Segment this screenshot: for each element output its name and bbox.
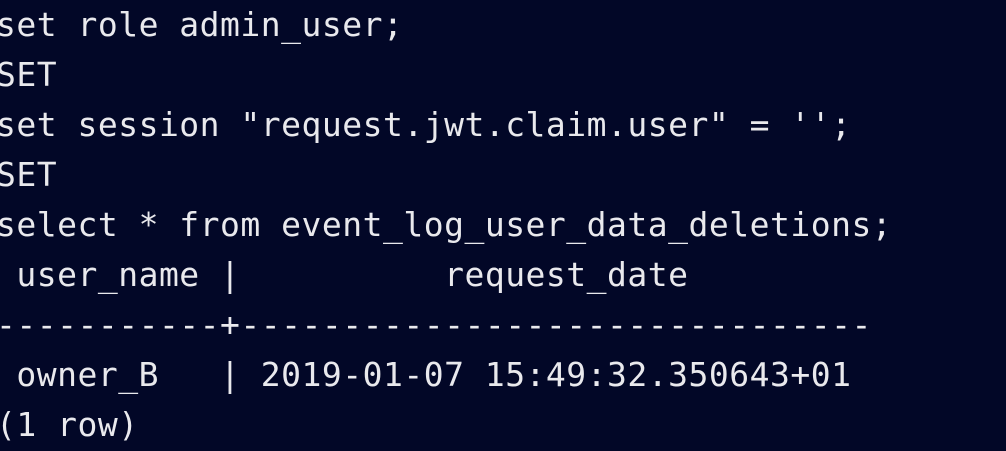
result-separator: -----------+----------------------------… — [0, 305, 872, 344]
terminal-window[interactable]: set role admin_user; SET set session "re… — [0, 0, 1006, 451]
row-count: (1 row) — [0, 405, 139, 444]
result-row: owner_B | 2019-01-07 15:49:32.350643+01 — [0, 355, 852, 394]
command-set-role: set role admin_user; — [0, 5, 404, 44]
output-set-2: SET — [0, 155, 58, 194]
result-header: user_name | request_date — [0, 255, 689, 294]
command-select: select * from event_log_user_data_deleti… — [0, 205, 893, 244]
output-set-1: SET — [0, 55, 58, 94]
command-set-session: set session "request.jwt.claim.user" = '… — [0, 105, 852, 144]
